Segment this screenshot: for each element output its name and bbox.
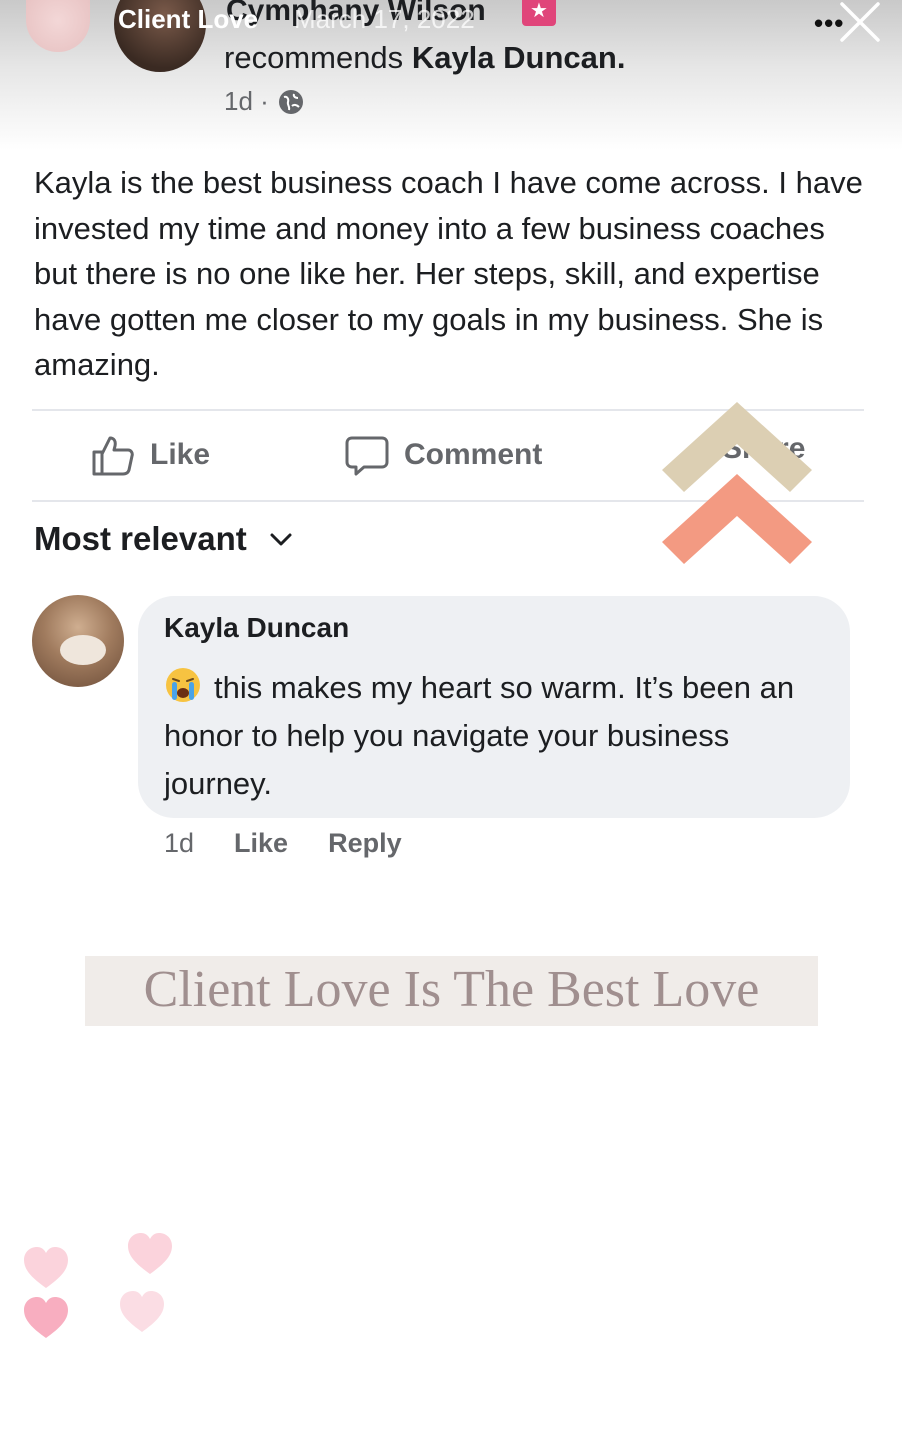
comment-like-button[interactable]: Like [234, 828, 288, 859]
chevron-down-icon [270, 533, 292, 546]
comment-icon [345, 436, 389, 476]
globe-icon [278, 89, 303, 114]
chevron-up-icon [662, 474, 812, 564]
story-text-banner: Client Love Is The Best Love [85, 956, 818, 1026]
comment-time: 1d [164, 828, 195, 858]
crying-emoji-icon [166, 668, 200, 702]
close-icon[interactable] [836, 0, 884, 46]
sort-label: Most relevant [34, 520, 247, 557]
comment-actions: 1d Like Reply [164, 828, 402, 859]
post-body: Kayla is the best business coach I have … [34, 165, 863, 382]
comment-button[interactable]: Comment [344, 432, 542, 478]
comment-author[interactable]: Kayla Duncan [164, 612, 349, 644]
comment-text: this makes my heart so warm. It’s been a… [164, 664, 834, 808]
comment-reply-button[interactable]: Reply [328, 828, 402, 859]
sort-dropdown[interactable]: Most relevant [34, 520, 293, 558]
comment-label: Comment [404, 438, 543, 471]
like-label: Like [150, 438, 211, 471]
like-button[interactable]: Like [90, 432, 210, 478]
post-meta: 1d · [224, 86, 305, 117]
heart-icon [128, 1233, 172, 1274]
recommended-page[interactable]: Kayla Duncan. [412, 40, 626, 75]
commenter-avatar[interactable] [32, 595, 124, 687]
heart-icon [120, 1291, 164, 1332]
story-date: March 17, 2022 [294, 4, 475, 34]
post-time: 1d · [224, 86, 269, 116]
heart-icon [24, 1297, 68, 1338]
heart-icon [24, 1247, 68, 1288]
story-title: Client Love [118, 4, 259, 34]
recommends-prefix: recommends [224, 40, 404, 75]
thumbs-up-icon [92, 436, 134, 476]
recommendation-line: recommends Kayla Duncan. [224, 40, 625, 76]
comment-body: this makes my heart so warm. It’s been a… [164, 670, 795, 801]
badge-icon: ★ [522, 0, 556, 26]
